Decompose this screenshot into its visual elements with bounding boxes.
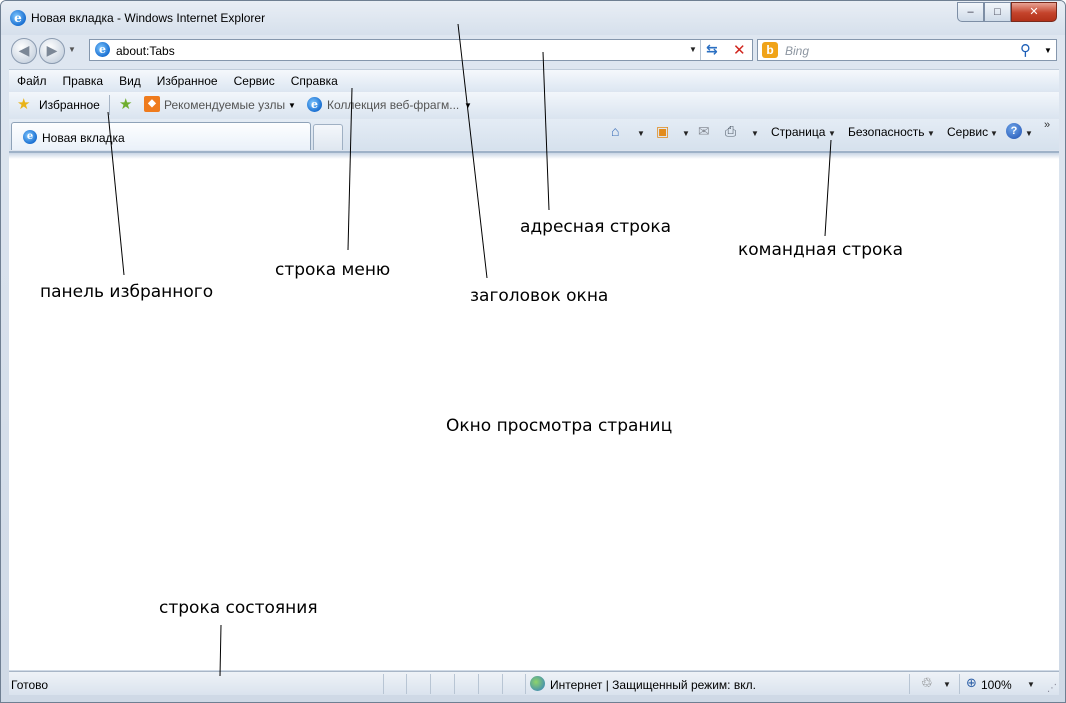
tools-dropdown-icon[interactable]: ▼ bbox=[990, 129, 998, 138]
annotation-status-bar: строка состояния bbox=[159, 598, 318, 618]
menu-file[interactable]: Файл bbox=[9, 74, 55, 88]
menu-help[interactable]: Справка bbox=[283, 74, 346, 88]
security-zone-text[interactable]: Интернет | Защищенный режим: вкл. bbox=[550, 678, 756, 692]
status-divider bbox=[454, 674, 455, 694]
tab-row: e Новая вкладка ⌂ ▼ ▣ ▼ ✉ ⎙ ▼ Страница ▼… bbox=[9, 119, 1059, 150]
add-to-favorites-icon[interactable]: ★ bbox=[119, 95, 132, 113]
web-slice-gallery-dropdown-icon[interactable]: ▼ bbox=[464, 101, 472, 110]
search-box[interactable]: b Bing ⚲ ▼ bbox=[757, 39, 1057, 61]
feeds-icon[interactable]: ▣ bbox=[656, 123, 669, 140]
search-input[interactable]: Bing bbox=[785, 44, 809, 58]
maximize-button[interactable]: □ bbox=[984, 2, 1011, 22]
popup-blocker-dropdown-icon[interactable]: ▼ bbox=[943, 680, 951, 689]
tab-label: Новая вкладка bbox=[42, 131, 125, 145]
page-view-top-shadow bbox=[9, 153, 1059, 159]
ie-logo-icon: e bbox=[10, 10, 26, 26]
suggested-sites-button[interactable]: Рекомендуемые узлы bbox=[164, 98, 285, 112]
internet-zone-globe-icon bbox=[530, 676, 545, 691]
page-dropdown-icon[interactable]: ▼ bbox=[828, 129, 836, 138]
status-bar: Готово Интернет | Защищенный режим: вкл.… bbox=[9, 671, 1059, 695]
status-divider bbox=[406, 674, 407, 694]
chevron-more-icon[interactable]: » bbox=[1044, 119, 1050, 131]
favorites-star-icon[interactable]: ★ bbox=[17, 95, 30, 113]
popup-blocker-icon[interactable]: ♲ bbox=[921, 675, 933, 691]
web-slice-gallery-button[interactable]: Коллекция веб-фрагм... bbox=[327, 98, 459, 112]
refresh-icon[interactable]: ⇆ bbox=[706, 41, 718, 58]
annotation-menu-bar: строка меню bbox=[275, 260, 391, 280]
caption-buttons: – □ ✕ bbox=[957, 2, 1057, 22]
tab-page-icon: e bbox=[23, 130, 37, 144]
zoom-icon[interactable]: ⊕ bbox=[966, 675, 977, 691]
annotation-favorites-bar: панель избранного bbox=[40, 282, 214, 302]
status-divider bbox=[430, 674, 431, 694]
status-divider bbox=[478, 674, 479, 694]
forward-button[interactable]: ▶ bbox=[39, 38, 65, 64]
home-icon[interactable]: ⌂ bbox=[611, 123, 619, 139]
safety-menu-button[interactable]: Безопасность bbox=[848, 125, 925, 139]
stop-icon[interactable]: ✕ bbox=[733, 41, 746, 59]
favorites-bar: ★ Избранное ★ ◆ Рекомендуемые узлы ▼ e К… bbox=[9, 92, 1059, 118]
status-divider bbox=[909, 674, 910, 694]
menu-view[interactable]: Вид bbox=[111, 74, 149, 88]
tools-menu-button[interactable]: Сервис bbox=[947, 125, 988, 139]
help-dropdown-icon[interactable]: ▼ bbox=[1025, 129, 1033, 138]
tab-new-tab[interactable]: e Новая вкладка bbox=[11, 122, 311, 150]
new-tab-button[interactable] bbox=[313, 124, 343, 150]
title-bar: e Новая вкладка - Windows Internet Explo… bbox=[1, 1, 1065, 35]
search-options-dropdown-icon[interactable]: ▼ bbox=[1044, 46, 1052, 55]
mail-icon[interactable]: ✉ bbox=[698, 123, 710, 140]
arrow-left-icon: ◀ bbox=[18, 42, 30, 58]
annotation-page-view: Окно просмотра страниц bbox=[446, 416, 673, 436]
zoom-dropdown-icon[interactable]: ▼ bbox=[1027, 680, 1035, 689]
status-text: Готово bbox=[11, 678, 49, 692]
favorites-button[interactable]: Избранное bbox=[39, 98, 100, 112]
back-button[interactable]: ◀ bbox=[11, 38, 37, 64]
address-dropdown-icon[interactable]: ▼ bbox=[689, 45, 697, 54]
address-separator bbox=[700, 40, 701, 60]
help-icon[interactable]: ? bbox=[1006, 123, 1022, 139]
suggested-sites-icon: ◆ bbox=[144, 96, 160, 112]
search-icon[interactable]: ⚲ bbox=[1020, 41, 1031, 59]
annotation-window-title: заголовок окна bbox=[470, 286, 609, 306]
navigation-bar: ◀ ▶ ▼ e about:Tabs ▼ ⇆ ✕ b Bing ⚲ ▼ bbox=[1, 35, 1065, 67]
web-slice-gallery-icon: e bbox=[307, 97, 322, 112]
address-bar[interactable]: e about:Tabs ▼ ⇆ ✕ bbox=[89, 39, 753, 61]
zoom-level[interactable]: 100% bbox=[981, 678, 1012, 692]
arrow-right-icon: ▶ bbox=[46, 42, 58, 58]
menu-bar: Файл Правка Вид Избранное Сервис Справка bbox=[9, 69, 1059, 91]
safety-dropdown-icon[interactable]: ▼ bbox=[927, 129, 935, 138]
home-dropdown-icon[interactable]: ▼ bbox=[637, 129, 645, 138]
print-icon[interactable]: ⎙ bbox=[725, 123, 736, 140]
address-input[interactable]: about:Tabs bbox=[116, 44, 175, 58]
suggested-sites-dropdown-icon[interactable]: ▼ bbox=[288, 101, 296, 110]
resize-grip-icon[interactable]: ⋰ bbox=[1047, 683, 1057, 694]
minimize-button[interactable]: – bbox=[957, 2, 984, 22]
favorites-separator bbox=[109, 95, 110, 115]
page-menu-button[interactable]: Страница bbox=[771, 125, 825, 139]
feeds-dropdown-icon[interactable]: ▼ bbox=[682, 129, 690, 138]
status-divider bbox=[383, 674, 384, 694]
menu-favorites[interactable]: Избранное bbox=[149, 74, 226, 88]
annotation-address-bar: адресная строка bbox=[520, 217, 672, 237]
status-divider bbox=[959, 674, 960, 694]
history-dropdown-icon[interactable]: ▼ bbox=[68, 45, 76, 54]
menu-tools[interactable]: Сервис bbox=[226, 74, 283, 88]
close-button[interactable]: ✕ bbox=[1011, 2, 1057, 22]
window-title: Новая вкладка - Windows Internet Explore… bbox=[31, 11, 266, 25]
status-divider bbox=[525, 674, 526, 694]
status-divider bbox=[502, 674, 503, 694]
annotation-command-bar: командная строка bbox=[738, 240, 904, 260]
menu-edit[interactable]: Правка bbox=[55, 74, 112, 88]
page-icon: e bbox=[95, 42, 110, 57]
print-dropdown-icon[interactable]: ▼ bbox=[751, 129, 759, 138]
bing-logo-icon: b bbox=[762, 42, 778, 58]
